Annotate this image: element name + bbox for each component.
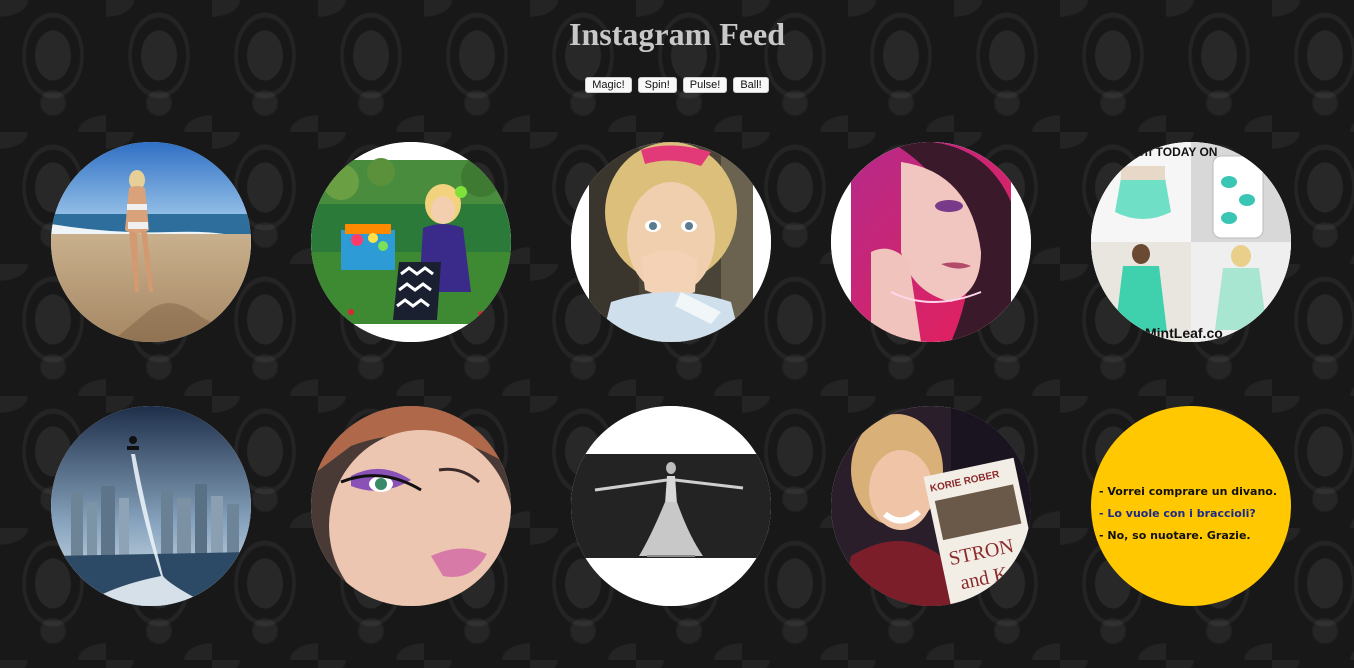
feed-photo-mint-dress-ad[interactable]: % off TODAY ON MintLeaf.co — [1091, 142, 1291, 342]
ball-button[interactable]: Ball! — [733, 77, 769, 93]
girl-with-gift-box-image — [311, 142, 511, 342]
page-title: Instagram Feed — [569, 16, 785, 52]
makeup-closeup-image — [311, 406, 511, 606]
effect-button-bar: Magic! Spin! Pulse! Ball! — [0, 77, 1354, 93]
mint-dress-ad-image: % off TODAY ON MintLeaf.co — [1091, 142, 1291, 342]
feed-photo-yellow-quote[interactable]: - Vorrei comprare un divano. - Lo vuole … — [1091, 406, 1291, 606]
feed-photo-woman-book[interactable]: KORIE ROBER STRON and K — [831, 406, 1031, 606]
quote-line-3: - No, so nuotare. Grazie. — [1099, 529, 1251, 542]
feed-photo-pink-selfie[interactable] — [831, 142, 1031, 342]
spin-button[interactable]: Spin! — [637, 77, 677, 93]
pulse-button[interactable]: Pulse! — [682, 77, 728, 93]
feed-photo-beach[interactable] — [51, 142, 251, 342]
ad-banner-bottom-text: MintLeaf.co — [1145, 325, 1223, 341]
quote-line-1: - Vorrei comprare un divano. — [1099, 485, 1278, 498]
flyboard-city-skyline-image — [51, 406, 251, 606]
feed-photo-makeup[interactable] — [311, 406, 511, 606]
feed-photo-girl-kiss[interactable] — [571, 142, 771, 342]
woman-with-book-image: KORIE ROBER STRON and K — [831, 406, 1031, 606]
girl-blowing-kiss-image — [571, 142, 771, 342]
quote-line-2: - Lo vuole con i braccioli? — [1099, 507, 1256, 520]
woman-pink-selfie-image — [831, 142, 1031, 342]
feed-photo-ballet[interactable] — [571, 406, 771, 606]
woman-on-beach-image — [51, 142, 251, 342]
feed-photo-girl-gift[interactable] — [311, 142, 511, 342]
feed-photo-flyboard[interactable] — [51, 406, 251, 606]
magic-button[interactable]: Magic! — [585, 77, 632, 93]
quote-text-block: - Vorrei comprare un divano. - Lo vuole … — [1099, 481, 1277, 547]
ballet-dancer-stage-image — [571, 406, 771, 606]
ad-banner-top-text: % off TODAY ON — [1123, 145, 1217, 159]
